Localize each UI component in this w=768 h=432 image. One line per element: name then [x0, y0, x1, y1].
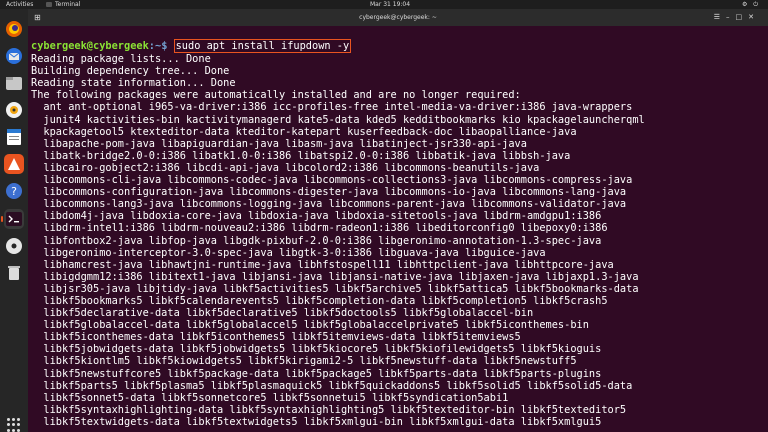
window-controls[interactable]: ☰–□✕ — [714, 9, 760, 26]
terminal-window: ⊞ cybergeek@cybergeek: ~ ☰–□✕ cybergeek@… — [28, 9, 768, 432]
prompt-path: :~$ — [148, 40, 174, 53]
system-menu[interactable]: ⚙ ⏻ — [742, 0, 760, 9]
output-line: junit4 kactivities-bin kactivitymanagerd… — [31, 113, 645, 126]
terminal-output[interactable]: cybergeek@cybergeek:~$ sudo apt install … — [31, 28, 766, 432]
app-menu[interactable]: Terminal — [46, 0, 80, 9]
output-line: Reading package lists... Done — [31, 53, 211, 66]
help-icon[interactable]: ? — [4, 181, 24, 201]
output-line: libcommons-configuration-java libcommons… — [31, 186, 627, 199]
output-line: kpackagetool5 ktexteditor-data kteditor-… — [31, 125, 577, 138]
output-line: libkf5newstuffcore5 libkf5package-data l… — [31, 367, 602, 380]
output-line: libkf5jobwidgets-data libkf5jobwidgets5 … — [31, 343, 602, 356]
files-icon[interactable] — [4, 73, 24, 93]
trash-icon[interactable] — [4, 263, 24, 283]
output-line: libapache-pom-java libapiguardian-java l… — [31, 137, 527, 150]
output-line: Building dependency tree... Done — [31, 65, 230, 78]
output-lines: Reading package lists... Done Building de… — [31, 53, 766, 428]
app-center-icon[interactable] — [4, 154, 24, 174]
prompt-line: cybergeek@cybergeek:~$ sudo apt install … — [31, 39, 766, 54]
command-text: sudo apt install ifupdown -y — [173, 39, 352, 54]
thunderbird-icon[interactable] — [4, 46, 24, 66]
activities-button[interactable]: Activities — [6, 0, 33, 9]
output-line: libkf5parts5 libkf5plasma5 libkf5plasmaq… — [31, 379, 633, 392]
top-bar: Activities Terminal Mar 31 19:04 ⚙ ⏻ — [0, 0, 768, 9]
new-tab-icon[interactable]: ⊞ — [34, 9, 41, 26]
terminal-icon[interactable] — [4, 209, 24, 229]
output-line: libkf5bookmarks5 libkf5calendarevents5 l… — [31, 294, 608, 307]
active-app-indicator — [1, 216, 3, 222]
rhythmbox-icon[interactable] — [4, 100, 24, 120]
output-line: libkf5globalaccel-data libkf5globalaccel… — [31, 319, 589, 332]
show-apps-icon[interactable] — [7, 418, 21, 432]
output-line: libdrm-intel1:i386 libdrm-nouveau2:i386 … — [31, 222, 608, 235]
output-line: libcommons-cli-java libcommons-codec-jav… — [31, 174, 633, 187]
output-line: libkf5declarative-data libkf5declarative… — [31, 307, 534, 320]
firefox-icon[interactable] — [4, 19, 24, 39]
output-line: ant ant-optional i965-va-driver:i386 icc… — [31, 101, 633, 114]
svg-text:?: ? — [11, 185, 17, 198]
clock[interactable]: Mar 31 19:04 — [370, 0, 410, 9]
output-line: libatk-bridge2.0-0:i386 libatk1.0-0:i386… — [31, 149, 571, 162]
output-line: libgeronimo-interceptor-3.0-spec-java li… — [31, 246, 546, 259]
output-line: Reading state information... Done — [31, 77, 236, 90]
output-line: libkf5sonnet5-data libkf5sonnetcore5 lib… — [31, 391, 509, 404]
output-line: libcairo-gobject2:i386 libcdi-api-java l… — [31, 161, 540, 174]
output-line: libkf5kiontlm5 libkf5kiowidgets5 libkf5k… — [31, 355, 577, 368]
output-line: libhamcrest-java libhawtjni-runtime-java… — [31, 258, 614, 271]
output-line: The following packages were automaticall… — [31, 89, 521, 102]
disc-icon[interactable] — [4, 236, 24, 256]
output-line: libcommons-lang3-java libcommons-logging… — [31, 198, 627, 211]
output-line: libkf5syntaxhighlighting-data libkf5synt… — [31, 403, 627, 416]
libreoffice-writer-icon[interactable] — [4, 127, 24, 147]
output-line: libjsr305-java libjtidy-java libkf5activ… — [31, 282, 639, 295]
output-line: libkf5iconthemes-data libkf5iconthemes5 … — [31, 331, 521, 344]
output-line: libfontbox2-java libfop-java libgdk-pixb… — [31, 234, 602, 247]
output-line: libkf5textwidgets-data libkf5textwidgets… — [31, 415, 602, 428]
output-line: libdom4j-java libdoxia-core-java libdoxi… — [31, 210, 602, 223]
dock: ? — [0, 9, 28, 432]
output-line: libigdgmm12:i386 libitext1-java libjansi… — [31, 270, 639, 283]
window-titlebar: ⊞ cybergeek@cybergeek: ~ ☰–□✕ — [28, 9, 768, 26]
window-title: cybergeek@cybergeek: ~ — [359, 14, 437, 21]
prompt-user-host: cybergeek@cybergeek — [31, 40, 149, 53]
